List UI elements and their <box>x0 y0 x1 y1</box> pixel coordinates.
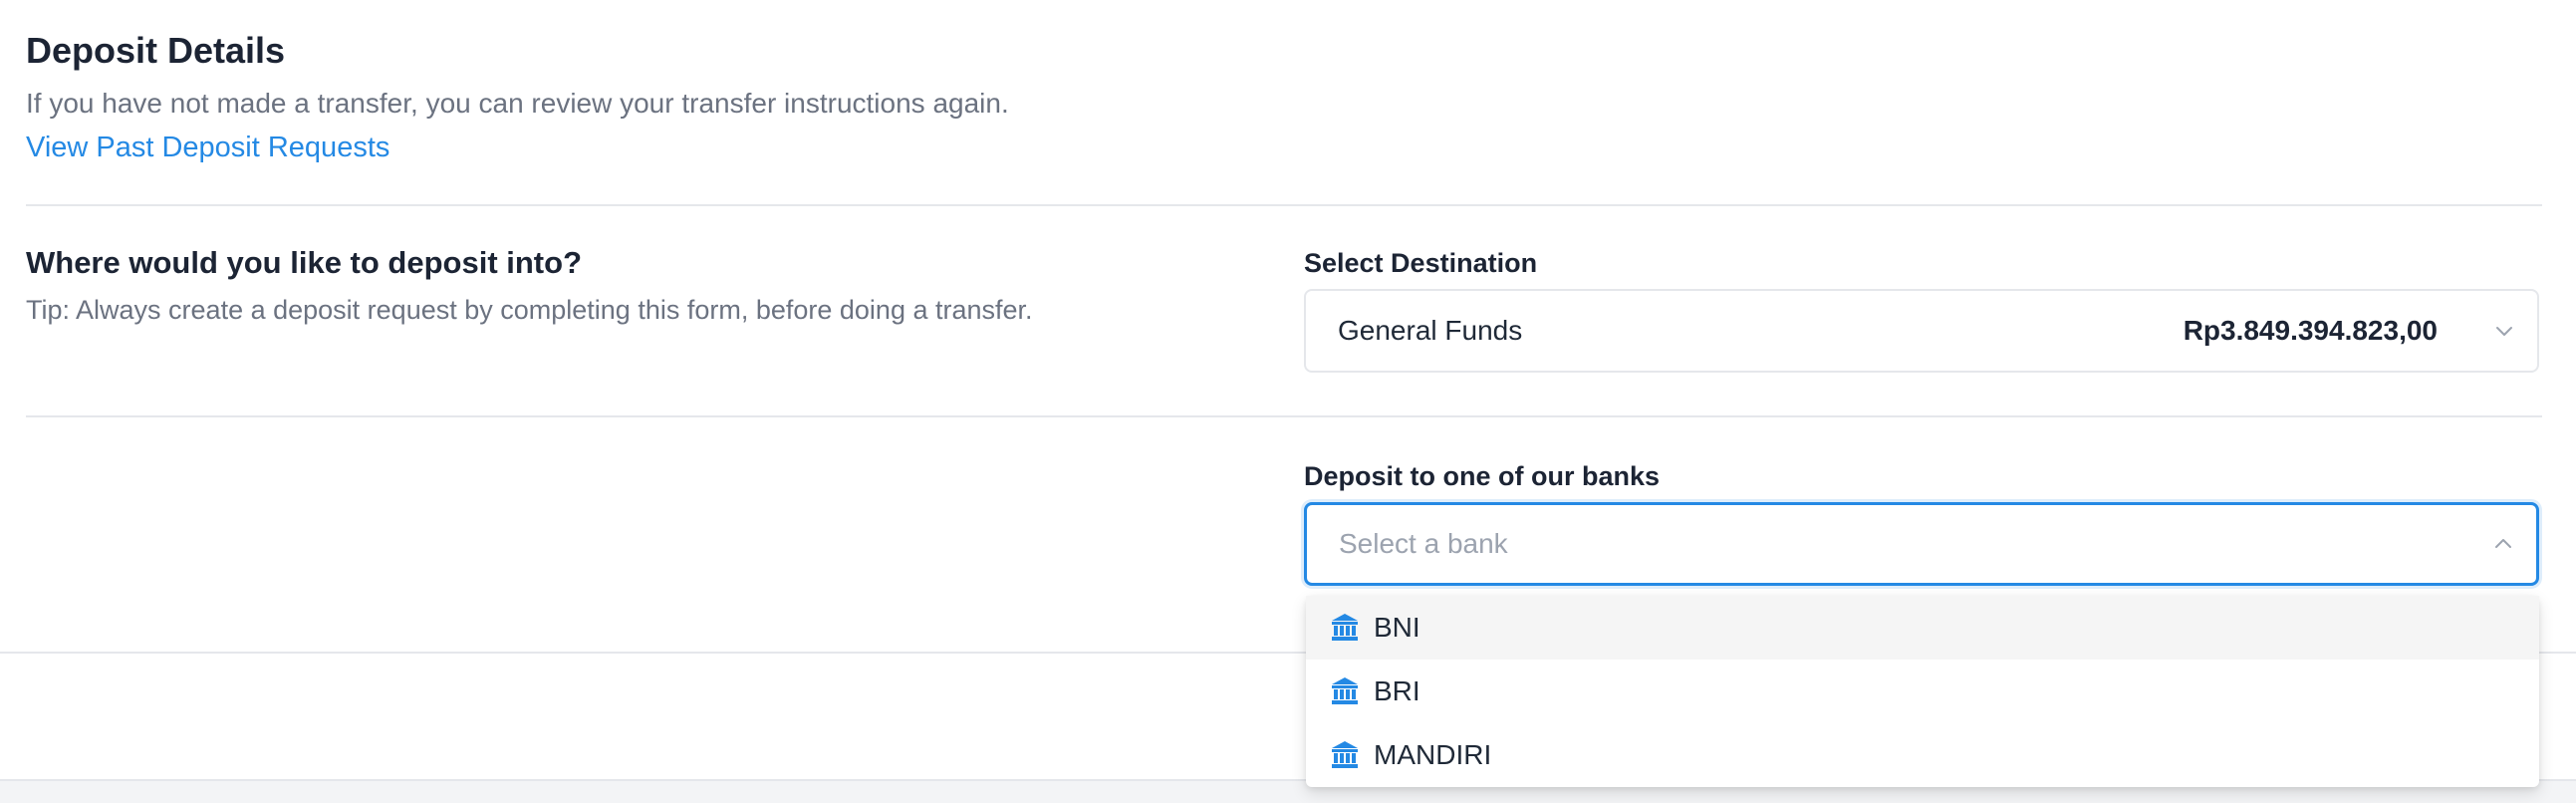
bank-option-label: MANDIRI <box>1374 739 1492 770</box>
deposit-bank-label: Deposit to one of our banks <box>1304 461 1661 491</box>
divider <box>26 204 2542 206</box>
select-destination-label: Select Destination <box>1304 248 1538 278</box>
chevron-up-icon <box>2495 539 2511 548</box>
destination-selected-value: General Funds <box>1338 315 1523 346</box>
bank-option-label: BNI <box>1374 612 1420 643</box>
bank-option-bni[interactable]: BNI <box>1306 596 2539 660</box>
deposit-details-page: Deposit Details If you have not made a t… <box>0 0 2576 803</box>
bank-icon <box>1332 677 1358 704</box>
chevron-down-icon <box>2496 327 2512 336</box>
bank-select-placeholder: Select a bank <box>1339 528 1508 559</box>
bank-option-label: BRI <box>1374 675 1420 706</box>
bank-option-mandiri[interactable]: MANDIRI <box>1306 723 2539 787</box>
divider <box>26 415 2542 417</box>
destination-select[interactable]: General Funds Rp3.849.394.823,00 <box>1304 289 2539 373</box>
bank-dropdown-menu: BNI BRI MANDIRI <box>1306 596 2539 787</box>
page-title: Deposit Details <box>26 30 286 71</box>
page-subtitle: If you have not made a transfer, you can… <box>26 88 1009 119</box>
bank-select[interactable]: Select a bank <box>1304 502 2539 586</box>
bank-icon <box>1332 614 1358 641</box>
deposit-question-title: Where would you like to deposit into? <box>26 245 582 280</box>
view-past-deposit-requests-link[interactable]: View Past Deposit Requests <box>26 132 389 164</box>
bank-icon <box>1332 741 1358 768</box>
deposit-tip: Tip: Always create a deposit request by … <box>26 295 1033 325</box>
destination-balance: Rp3.849.394.823,00 <box>2183 315 2438 346</box>
bank-option-bri[interactable]: BRI <box>1306 660 2539 723</box>
